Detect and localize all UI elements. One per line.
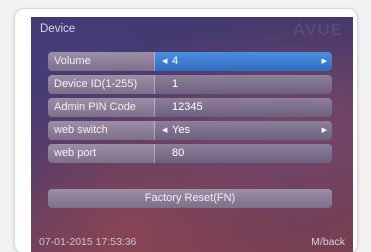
admin-pin-label: Admin PIN Code xyxy=(48,98,155,117)
arrow-left-icon[interactable]: ◀ xyxy=(162,52,167,71)
volume-label: Volume xyxy=(48,52,155,71)
admin-pin-value[interactable]: 12345 xyxy=(155,98,332,117)
back-hint: M/back xyxy=(311,236,345,248)
factory-reset-button[interactable]: Factory Reset(FN) xyxy=(48,189,332,208)
device-id-label: Device ID(1-255) xyxy=(48,75,155,94)
device-id-value[interactable]: 1 xyxy=(155,75,332,94)
arrow-right-icon[interactable]: ▶ xyxy=(322,121,327,140)
volume-value[interactable]: ◀ 4 ▶ xyxy=(155,52,332,71)
admin-pin-row[interactable]: Admin PIN Code 12345 xyxy=(48,98,332,117)
menu-title: Device xyxy=(40,23,76,35)
web-port-label: web port xyxy=(48,144,155,163)
web-port-row[interactable]: web port 80 xyxy=(48,144,332,163)
volume-row[interactable]: Volume ◀ 4 ▶ xyxy=(48,52,332,71)
web-switch-value-text: Yes xyxy=(172,124,190,136)
device-id-row[interactable]: Device ID(1-255) 1 xyxy=(48,75,332,94)
web-switch-label: web switch xyxy=(48,121,155,140)
arrow-right-icon[interactable]: ▶ xyxy=(322,52,327,71)
web-port-value[interactable]: 80 xyxy=(155,144,332,163)
datetime-display: 07-01-2015 17:53:36 xyxy=(39,236,137,248)
brand-watermark: AVUE xyxy=(293,20,343,39)
arrow-left-icon[interactable]: ◀ xyxy=(162,121,167,140)
web-switch-value[interactable]: ◀ Yes ▶ xyxy=(155,121,332,140)
web-switch-row[interactable]: web switch ◀ Yes ▶ xyxy=(48,121,332,140)
device-menu-screen: Device AVUE Volume ◀ 4 ▶ Device ID(1-255… xyxy=(31,17,353,252)
volume-value-text: 4 xyxy=(172,55,179,67)
